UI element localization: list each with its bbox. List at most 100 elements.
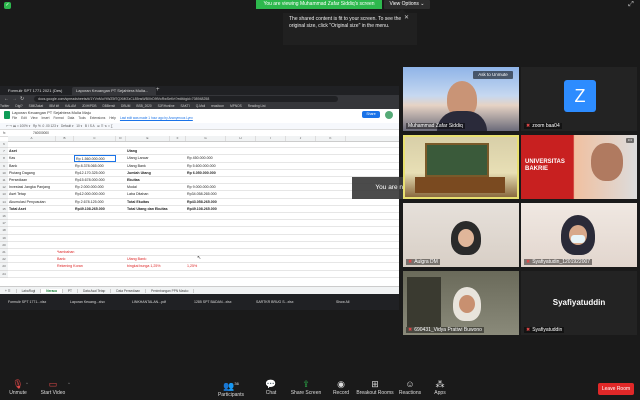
fullscreen-icon[interactable]: ⤢ (627, 1, 635, 9)
cell-a12[interactable]: Investasi Jangka Panjang (8, 184, 75, 191)
download-item[interactable]: Formulir SPT 1771...xlsx (8, 294, 62, 310)
bookmark[interactable]: DBUM (121, 104, 130, 108)
row-number[interactable]: 11 (0, 177, 8, 185)
cell-a11[interactable]: Persediaan (8, 177, 75, 184)
menu-extensions[interactable]: Extensions (90, 116, 106, 120)
row-number[interactable]: 16 (0, 213, 8, 221)
bookmark[interactable]: Digi? (15, 104, 22, 108)
url-field[interactable]: docs.google.com/spreadsheets/d/1YVnMuYtW… (34, 96, 338, 102)
download-item[interactable]: SARTKR BRUG S...xlsx (256, 294, 310, 310)
row-number[interactable]: 20 (0, 242, 8, 249)
reload-icon[interactable]: ↻ (20, 95, 24, 103)
cell-g15[interactable]: Rp49.108.265.000 (186, 206, 227, 213)
row-number[interactable]: 14 (0, 199, 8, 206)
menu-format[interactable]: Format (53, 116, 63, 120)
cell-g23[interactable]: 1,25% (186, 263, 227, 270)
bookmark[interactable]: JDIH/PDB (82, 104, 97, 108)
bookmark[interactable]: reasitcon (211, 104, 224, 108)
cell-e10[interactable]: Jumlah Utang (126, 170, 171, 177)
cell-a9[interactable]: Bank (8, 163, 75, 170)
sheet-tab[interactable]: Data Persediaan (111, 289, 147, 293)
document-title[interactable]: Laporan Keuangan PT Sejahtera Mulia Maju (12, 110, 91, 115)
cell-e12[interactable]: Modal (126, 184, 171, 191)
menu-view[interactable]: View (31, 116, 38, 120)
browser-tab-active[interactable]: Laporan Keuangan PT Sejahtera Mulia... (72, 87, 156, 95)
show-all-downloads-button[interactable]: Show All (336, 294, 360, 310)
bookmark[interactable]: DBBersit (102, 104, 115, 108)
row-number[interactable]: 13 (0, 191, 8, 199)
menu-help[interactable]: Help (109, 116, 116, 120)
cell-c14[interactable]: Rp 2.678.125.000 (74, 199, 117, 206)
sheet-tab[interactable]: LabaRugi (16, 289, 42, 293)
cell-b21[interactable]: *tambahan (56, 249, 117, 256)
cell-e9[interactable]: Utang Bank (126, 163, 171, 170)
cell-c8[interactable]: Rp 1.560.000.000 (74, 155, 116, 163)
sheets-logo-icon[interactable] (4, 111, 10, 119)
bookmark[interactable]: BSB_2020 (136, 104, 151, 108)
row-number[interactable]: 21 (0, 249, 8, 257)
bookmark[interactable]: IBM kft (49, 104, 59, 108)
account-avatar[interactable] (385, 111, 393, 119)
sheets-share-button[interactable]: Share (362, 111, 380, 118)
cell-c11[interactable]: Rp15.678.000.000 (74, 177, 117, 184)
row-number[interactable]: 23 (0, 263, 8, 271)
bookmark[interactable]: Twitter (0, 104, 9, 108)
menu-file[interactable]: File (12, 116, 17, 120)
video-options-caret-icon[interactable]: ^ (68, 381, 70, 386)
forward-icon[interactable]: → (12, 95, 17, 103)
apps-button[interactable]: ⁂ Apps (430, 375, 450, 400)
breakout-rooms-button[interactable]: ⊞ Breakout Rooms (356, 375, 394, 400)
participant-tile[interactable]: UNIVERSITAS BAKRIE ••• (521, 135, 637, 199)
cell-g14[interactable]: Rp43.058.265.000 (186, 199, 227, 206)
row-number[interactable]: 18 (0, 227, 8, 235)
participant-tile[interactable]: Z ✖ zoom baa04 (521, 67, 637, 131)
view-options-button[interactable]: View Options ⌄ (384, 0, 430, 9)
audio-options-caret-icon[interactable]: ^ (26, 381, 28, 386)
cell-c15[interactable]: Rp49.108.265.000 (74, 206, 117, 213)
download-item[interactable]: Laporan Keuang...xlsx (70, 294, 124, 310)
share-screen-button[interactable]: ⇪ Share Screen (290, 375, 322, 400)
cell-e8[interactable]: Utang Lancar (126, 155, 171, 162)
new-tab-icon[interactable]: + (156, 87, 160, 93)
last-edit-link[interactable]: Last edit was made 1 hour ago by Anonymo… (120, 116, 193, 120)
bookmark[interactable]: SJRHonline (158, 104, 175, 108)
row-number[interactable]: 12 (0, 184, 8, 192)
cell-a8[interactable]: Kas (8, 155, 75, 162)
leave-room-button[interactable]: Leave Room (598, 383, 634, 395)
row-number[interactable]: 9 (0, 163, 8, 170)
cell-a15[interactable]: Total Aset (8, 206, 75, 213)
ask-to-unmute-button[interactable]: Ask to Unmute (473, 71, 513, 79)
menu-insert[interactable]: Insert (42, 116, 50, 120)
cell-e14[interactable]: Total Ekuitas (126, 199, 171, 206)
cell-g9[interactable]: Rp 5.600.000.000 (186, 163, 227, 170)
cell-e13[interactable]: Laba Ditahan (126, 191, 171, 198)
cell-g13[interactable]: Rp34.058.265.000 (186, 191, 227, 198)
chat-button[interactable]: 💬 Chat (260, 375, 282, 400)
bookmark[interactable]: SIMIZakat (29, 104, 44, 108)
bookmark[interactable]: MPNOS (230, 104, 242, 108)
cell-b22[interactable]: Bank: (56, 256, 117, 263)
participants-button[interactable]: 👥36 Participants (215, 375, 247, 400)
sheet-tab[interactable]: Penimbangan PPN Masko (146, 289, 195, 293)
notice-close-icon[interactable]: ✕ (404, 14, 409, 21)
participant-tile[interactable]: ✖ Aulgra DM (403, 203, 519, 267)
row-number[interactable]: 22 (0, 256, 8, 264)
row-number[interactable]: 17 (0, 220, 8, 228)
participant-tile[interactable] (403, 135, 519, 199)
participant-tile[interactable]: ✖ Syafiyatudin_1201922007 (521, 203, 637, 267)
add-sheet-icon[interactable]: + ☰ (0, 289, 17, 293)
cell-g10[interactable]: Rp 6.050.000.000 (186, 170, 227, 177)
bookmark[interactable]: Reading List (248, 104, 266, 108)
sheet-tab[interactable]: PT (62, 289, 78, 293)
sheet-tab[interactable]: Neraca (41, 289, 63, 293)
cell-c9[interactable]: Rp 8.378.065.000 (74, 163, 117, 170)
cell-c12[interactable]: Rp 2.000.000.000 (74, 184, 117, 191)
cell-a10[interactable]: Piutang Dagang (8, 170, 75, 177)
record-button[interactable]: ◉ Record (330, 375, 352, 400)
menu-edit[interactable]: Edit (21, 116, 27, 120)
cell-b23[interactable]: Rekening Koran (56, 263, 117, 270)
row-number[interactable]: 6 (0, 141, 8, 149)
back-icon[interactable]: ← (4, 95, 9, 103)
sheet-tab[interactable]: Data Asal Tetap (77, 289, 112, 293)
cell-g12[interactable]: Rp 9.000.000.000 (186, 184, 227, 191)
